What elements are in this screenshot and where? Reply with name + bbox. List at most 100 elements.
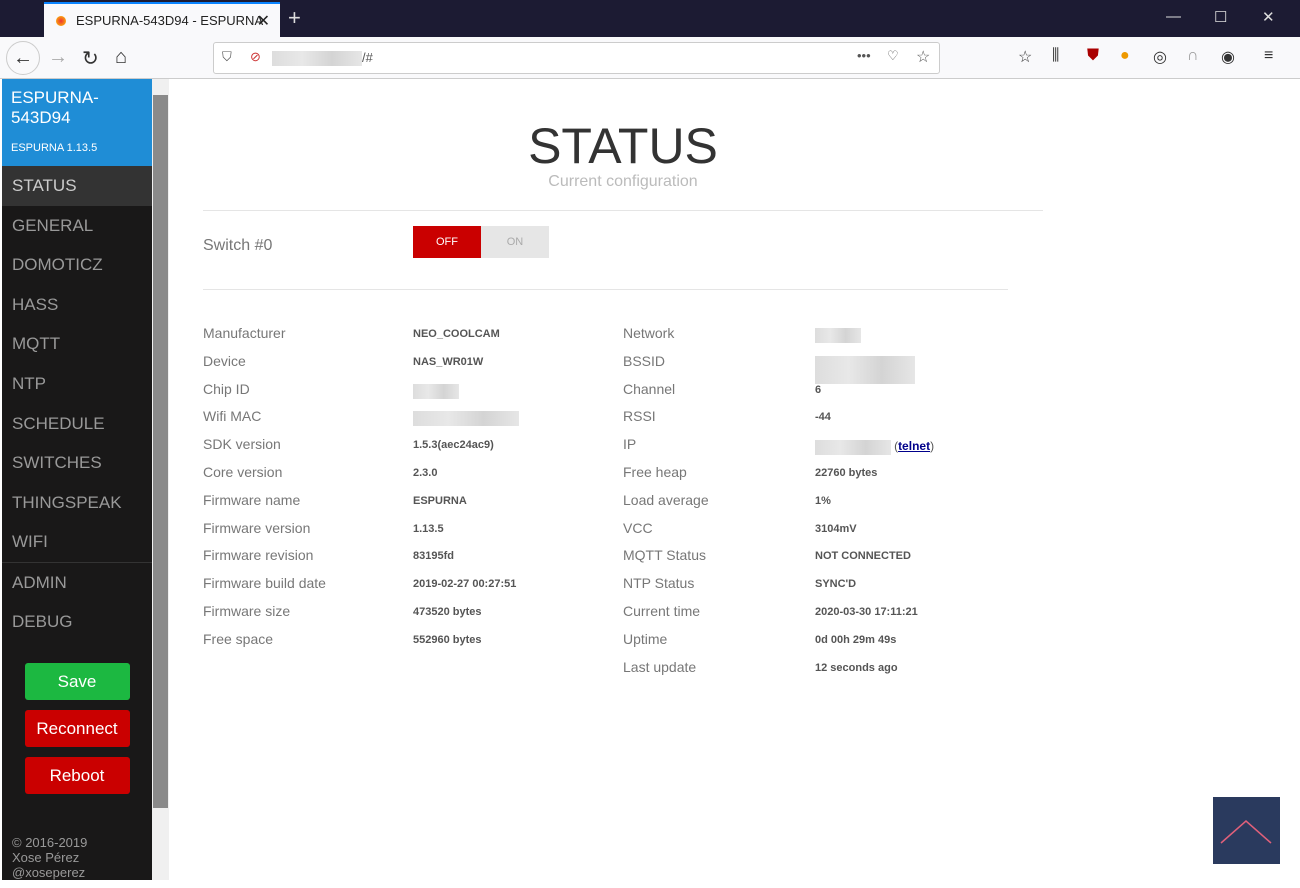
sidebar-item-debug[interactable]: DEBUG [2,602,152,642]
url-text: /# [362,50,373,65]
info-label: NTP Status [623,575,695,592]
sidebar-item-domoticz[interactable]: DOMOTICZ [2,245,152,285]
info-label: Load average [623,491,709,508]
info-label: VCC [623,519,653,536]
close-tab-icon[interactable]: ✕ [257,11,270,31]
address-bar[interactable]: ⛉ ⊘ /# ••• ♡ ☆ [213,42,940,74]
favicon-icon [56,15,66,26]
sidebar-item-thingspeak[interactable]: THINGSPEAK [2,483,152,523]
tab-bar: ESPURNA-543D94 - ESPURNA ✕ + — ☐ ✕ [0,0,1300,37]
page-subtitle: Current configuration [548,173,698,190]
ublock-icon[interactable]: ⛊ [1087,47,1099,65]
info-label: Current time [623,603,701,619]
reading-list-icon[interactable]: ☆ [1018,47,1032,67]
more-icon[interactable]: ••• [857,48,871,63]
info-label: Channel [623,380,676,397]
info-label: Wifi MAC [203,408,262,425]
copyright: © 2016-2019 Xose Pérez @xoseperez [12,835,87,880]
new-tab-icon[interactable]: + [288,5,301,31]
bookmark-star-icon[interactable]: ☆ [916,47,930,67]
info-label: Last update [623,658,697,675]
switch-off[interactable]: OFF [413,226,481,258]
sidebar-item-general[interactable]: GENERAL [2,206,152,246]
sidebar-item-ntp[interactable]: NTP [2,364,152,404]
redacted-value [815,328,861,343]
info-value: 3104mV [815,522,857,535]
page-title: STATUS [528,118,718,174]
menu-icon[interactable]: ≡ [1264,47,1273,65]
back-icon[interactable]: ← [6,41,40,75]
info-label: Manufacturer [203,325,286,341]
sidebar-menu: STATUS GENERAL DOMOTICZ HASS MQTT NTP SCHEDULE… [2,166,152,641]
extension-2-icon[interactable]: ◎ [1153,47,1167,67]
extension-icon[interactable]: ● [1120,47,1130,65]
info-label: Free space [203,630,274,647]
scroll-to-top-button[interactable] [1213,797,1280,864]
info-value: 0d 00h 29m 49s [815,633,897,646]
info-label: Free heap [623,464,687,480]
info-value: 6 [815,383,822,396]
sidebar-item-status[interactable]: STATUS [2,166,152,206]
sidebar-item-wifi[interactable]: WIFI [2,522,152,562]
info-value: 2.3.0 [413,467,438,479]
switch-toggle[interactable]: OFF ON [413,226,549,258]
info-value: 1% [815,494,831,507]
info-value: 2020-03-30 17:11:21 [815,606,918,618]
save-button[interactable]: Save [24,663,130,701]
info-value: SYNC'D [815,578,857,591]
info-label: BSSID [623,352,666,369]
reload-icon[interactable]: ↻ [82,46,99,71]
switch-on[interactable]: ON [481,226,549,258]
info-value: 1.5.3(aec24ac9) [413,439,494,452]
switch-label: Switch #0 [203,237,273,254]
sidebar: ESPURNA-543D94 ESPURNA 1.13.5 STATUS GENE… [2,79,152,880]
scrollbar-thumb[interactable] [153,95,168,808]
info-label: Chip ID [203,380,250,397]
info-label: MQTT Status [623,547,706,564]
close-window-icon[interactable]: ✕ [1262,8,1275,26]
telnet-link[interactable]: telnet [898,439,930,453]
info-value: 22760 bytes [815,467,878,479]
divider [203,289,1008,290]
shield-icon[interactable]: ⛉ [222,49,232,65]
forward-icon[interactable]: → [48,46,68,69]
info-value: NEO_COOLCAM [413,328,500,340]
info-value: 83195fd [413,550,454,563]
info-label: Firmware build date [203,575,326,592]
info-label: Firmware size [203,603,291,619]
maximize-icon[interactable]: ☐ [1214,8,1227,26]
info-value: 2019-02-27 00:27:51 [413,578,517,591]
sidebar-item-admin[interactable]: ADMIN [2,561,152,602]
brand-header: ESPURNA-543D94 ESPURNA 1.13.5 [2,79,152,166]
reboot-button[interactable]: Reboot [24,757,130,795]
sidebar-item-hass[interactable]: HASS [2,285,152,325]
sidebar-item-mqtt[interactable]: MQTT [2,324,152,364]
nav-toolbar: ← → ↻ ⌂ ⛉ ⊘ /# ••• ♡ ☆ ☆ ⫼ ⛊ ● ◎ ∩ ◉ ≡ [0,37,1300,79]
library-icon[interactable]: ⫼ [1052,47,1059,65]
extension-3-icon[interactable]: ∩ [1187,47,1199,65]
home-icon[interactable]: ⌂ [115,46,127,69]
info-label: Uptime [623,630,668,647]
author-handle[interactable]: @xoseperez [12,865,87,880]
info-label: RSSI [623,408,656,425]
main-content: STATUS Current configuration Switch #0 O… [170,79,1292,880]
pocket-icon[interactable]: ♡ [887,48,899,64]
info-label: Firmware name [203,491,301,508]
sidebar-item-switches[interactable]: SWITCHES [2,443,152,483]
firmware-version: ESPURNA 1.13.5 [11,142,98,154]
author-name: Xose Pérez [12,850,80,865]
reconnect-button[interactable]: Reconnect [24,710,130,748]
sidebar-scrollbar[interactable] [152,79,169,880]
browser-tab[interactable]: ESPURNA-543D94 - ESPURNA ✕ [44,2,280,37]
insecure-lock-icon[interactable]: ⊘ [250,49,261,65]
redacted-value [413,383,459,399]
minimize-icon[interactable]: — [1166,8,1181,25]
info-label: Firmware revision [203,547,314,564]
info-label: Device [203,352,246,369]
info-value: 1.13.5 [413,522,444,535]
info-label: Core version [203,464,283,480]
redacted-value [413,411,519,427]
info-value: ESPURNA [413,494,467,507]
account-icon[interactable]: ◉ [1221,47,1235,67]
sidebar-item-schedule[interactable]: SCHEDULE [2,404,152,444]
